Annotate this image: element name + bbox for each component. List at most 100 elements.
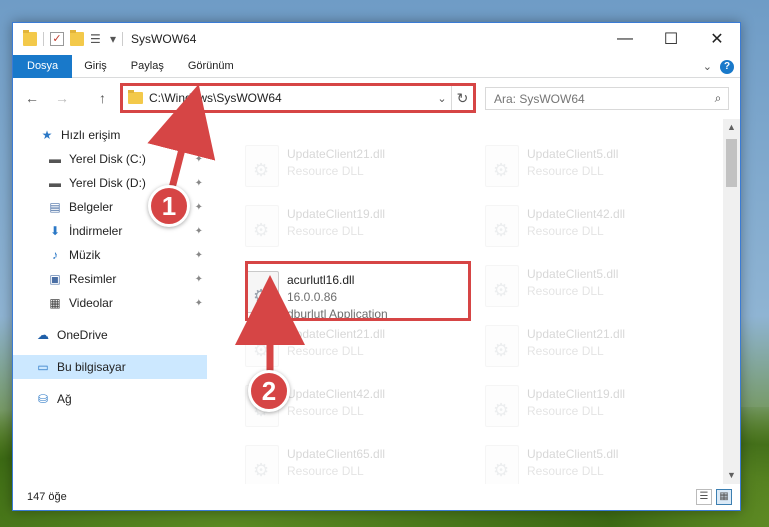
- address-bar[interactable]: C:\Windows\SysWOW64 ⌄ ↻: [122, 85, 474, 111]
- file-description: Resource DLL: [287, 464, 364, 478]
- quick-access-toolbar: ✓ ☰ ▾: [13, 30, 124, 46]
- folder-icon: [128, 90, 143, 104]
- pin-icon[interactable]: ✦: [195, 274, 203, 285]
- music-icon: ♪: [52, 248, 58, 262]
- file-description: Resource DLL: [287, 404, 364, 418]
- sidebar-item-label: Yerel Disk (D:): [69, 176, 146, 190]
- sidebar-item[interactable]: ▦ Videolar ✦: [13, 291, 207, 315]
- pin-icon[interactable]: ✦: [195, 178, 203, 189]
- dll-file-icon: ⚙: [245, 445, 279, 484]
- file-item[interactable]: ⚙ UpdateClient42.dll Resource DLL: [479, 201, 709, 255]
- drive-icon: ▬: [49, 152, 61, 166]
- file-item[interactable]: ⚙ UpdateClient21.dll Resource DLL: [239, 321, 469, 375]
- search-input[interactable]: [486, 91, 708, 106]
- ribbon-right-controls: ⌄ ?: [703, 55, 734, 78]
- documents-icon: ▤: [49, 200, 61, 214]
- scroll-up-button[interactable]: ▲: [723, 119, 740, 136]
- file-item[interactable]: ⚙ UpdateClient65.dll Resource DLL: [239, 441, 469, 484]
- sidebar-item[interactable]: ▬ Yerel Disk (C:) ✦: [13, 147, 207, 171]
- sidebar-item[interactable]: ☁ OneDrive: [13, 323, 207, 347]
- file-item[interactable]: ⚙ UpdateClient5.dll Resource DLL: [479, 261, 709, 315]
- dll-file-icon: ⚙: [485, 445, 519, 484]
- gear-icon: ⚙: [253, 220, 270, 240]
- expand-ribbon-button[interactable]: ⌄: [703, 60, 712, 73]
- file-description: 16.0.0.86: [287, 290, 338, 304]
- folder-icon[interactable]: [23, 30, 37, 46]
- file-details: UpdateClient5.dll Resource DLL: [527, 261, 618, 300]
- view-options-icon[interactable]: ☰: [90, 32, 104, 46]
- forward-button[interactable]: →: [55, 90, 69, 106]
- download-icon: ⬇: [49, 224, 61, 238]
- dll-file-icon: ⚙: [485, 385, 519, 427]
- toolbar-divider: [122, 32, 124, 46]
- file-item[interactable]: ⚙ UpdateClient21.dll Resource DLL: [479, 321, 709, 375]
- star-icon: ★: [41, 128, 53, 142]
- gear-icon: ⚙: [253, 460, 270, 480]
- refresh-button[interactable]: ↻: [451, 86, 473, 110]
- scroll-down-button[interactable]: ▼: [723, 467, 740, 484]
- dll-file-icon: ⚙: [245, 145, 279, 187]
- file-details: UpdateClient42.dll Resource DLL: [527, 201, 625, 240]
- minimize-button[interactable]: —: [602, 23, 648, 55]
- gear-icon: ⚙: [253, 286, 270, 306]
- file-name: UpdateClient42.dll: [287, 387, 386, 401]
- file-item[interactable]: ⚙ UpdateClient5.dll Resource DLL: [479, 141, 709, 195]
- up-button[interactable]: ↑: [99, 90, 106, 106]
- file-item[interactable]: ⚙ UpdateClient5.dll Resource DLL: [479, 441, 709, 484]
- file-details: UpdateClient21.dll Resource DLL: [527, 321, 625, 360]
- scroll-thumb[interactable]: [726, 139, 737, 187]
- title-bar: ✓ ☰ ▾ SysWOW64 — ☐ ✕: [13, 23, 740, 55]
- sidebar-item-label: Videolar: [69, 296, 113, 310]
- file-details: UpdateClient5.dll Resource DLL: [527, 141, 618, 180]
- pin-icon[interactable]: ✦: [195, 202, 203, 213]
- window-controls: — ☐ ✕: [602, 23, 740, 55]
- file-name: UpdateClient5.dll: [527, 147, 619, 161]
- file-description: Resource DLL: [527, 344, 604, 358]
- file-name: UpdateClient21.dll: [287, 147, 386, 161]
- address-history-dropdown[interactable]: ⌄: [433, 92, 451, 105]
- close-button[interactable]: ✕: [694, 23, 740, 55]
- cloud-icon: ☁: [37, 328, 49, 342]
- tab-share[interactable]: Paylaş: [119, 55, 176, 78]
- vertical-scrollbar[interactable]: ▲ ▼: [723, 119, 740, 484]
- step-1-badge: 1: [148, 185, 190, 227]
- file-name: UpdateClient5.dll: [527, 447, 619, 461]
- back-button[interactable]: ←: [25, 90, 39, 106]
- dll-file-icon: ⚙: [245, 271, 279, 313]
- file-item[interactable]: ⚙ UpdateClient19.dll Resource DLL: [239, 201, 469, 255]
- pin-icon[interactable]: ✦: [195, 154, 203, 165]
- network-icon: ⛁: [37, 392, 49, 406]
- details-view-button[interactable]: ☰: [696, 489, 712, 505]
- new-folder-icon[interactable]: [70, 30, 84, 46]
- address-path[interactable]: C:\Windows\SysWOW64: [149, 91, 433, 105]
- sidebar-item[interactable]: ★ Hızlı erişim: [13, 123, 207, 147]
- properties-check-icon[interactable]: ✓: [50, 32, 64, 46]
- sidebar-item[interactable]: ▣ Resimler ✦: [13, 267, 207, 291]
- sidebar-item-label: Yerel Disk (C:): [69, 152, 146, 166]
- tab-home[interactable]: Giriş: [72, 55, 119, 78]
- file-description: Resource DLL: [527, 464, 604, 478]
- maximize-button[interactable]: ☐: [648, 23, 694, 55]
- sidebar-item[interactable]: ▭ Bu bilgisayar: [13, 355, 207, 379]
- file-item[interactable]: ⚙ UpdateClient19.dll Resource DLL: [479, 381, 709, 435]
- pictures-icon: ▣: [49, 272, 61, 286]
- file-item[interactable]: ⚙ acurlutl16.dll 16.0.0.86 dburlutl Applica…: [239, 267, 469, 321]
- file-name: UpdateClient5.dll: [527, 267, 619, 281]
- pin-icon[interactable]: ✦: [195, 250, 203, 261]
- search-icon[interactable]: ⌕: [708, 91, 728, 106]
- file-description: Resource DLL: [527, 284, 604, 298]
- ribbon-tabs: Dosya Giriş Paylaş Görünüm ⌄ ?: [13, 54, 740, 78]
- help-icon[interactable]: ?: [720, 59, 734, 74]
- sidebar-item-label: Müzik: [69, 248, 101, 262]
- sidebar-item-label: Belgeler: [69, 200, 114, 214]
- customize-toolbar-dropdown[interactable]: ▾: [110, 32, 116, 46]
- sidebar-item[interactable]: ♪ Müzik ✦: [13, 243, 207, 267]
- tiles-view-button[interactable]: ▦: [716, 489, 732, 505]
- tab-file[interactable]: Dosya: [13, 54, 73, 78]
- file-item[interactable]: ⚙ UpdateClient21.dll Resource DLL: [239, 141, 469, 195]
- pin-icon[interactable]: ✦: [195, 298, 203, 309]
- sidebar-item[interactable]: ⛁ Ağ: [13, 387, 207, 411]
- tab-view[interactable]: Görünüm: [176, 55, 246, 78]
- search-box[interactable]: ⌕: [485, 87, 729, 110]
- pin-icon[interactable]: ✦: [195, 226, 203, 237]
